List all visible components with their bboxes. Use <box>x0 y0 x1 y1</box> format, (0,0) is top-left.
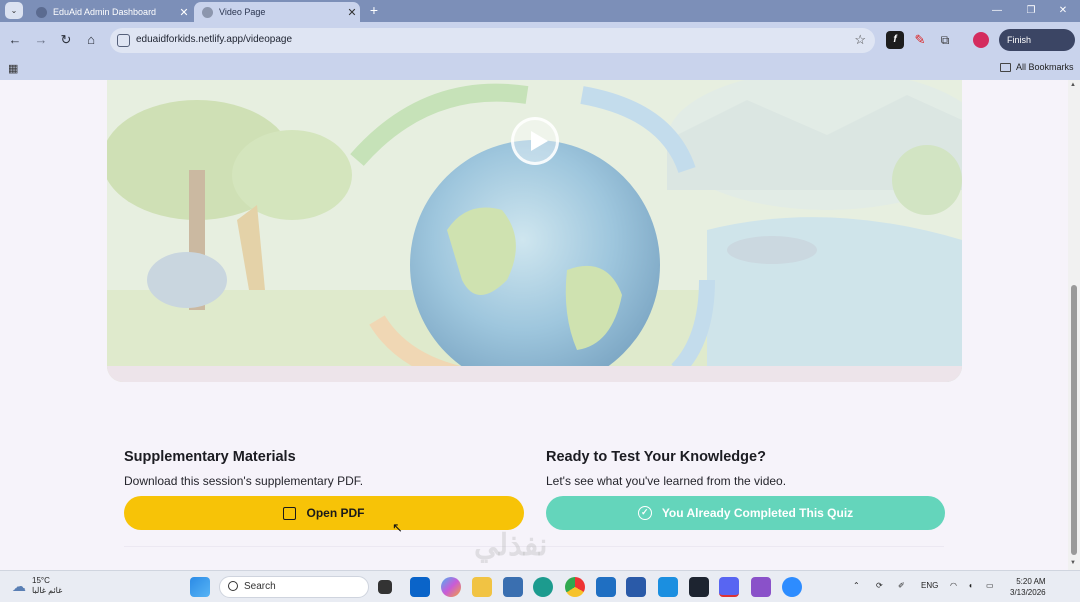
page-scrollbar[interactable]: ▲ ▼ <box>1068 80 1080 570</box>
open-pdf-label: Open PDF <box>306 506 365 520</box>
quiz-description: Let's see what you've learned from the v… <box>546 474 787 488</box>
bookmarks-bar: ▦ All Bookmarks <box>0 58 1080 80</box>
video-player[interactable] <box>107 80 962 382</box>
edge-icon[interactable] <box>533 577 553 597</box>
visual-studio-icon[interactable] <box>751 577 771 597</box>
search-placeholder: Search <box>244 581 276 592</box>
close-tab-icon[interactable]: ✕ <box>176 6 192 19</box>
close-tab-icon[interactable]: ✕ <box>344 6 360 19</box>
chrome-icon[interactable] <box>565 577 585 597</box>
discord-icon[interactable] <box>719 577 739 597</box>
tab-title: Video Page <box>219 7 266 17</box>
extension-f-icon[interactable]: f <box>886 31 904 49</box>
quiz-completed-button[interactable]: ✓ You Already Completed This Quiz <box>546 496 945 530</box>
globe-icon <box>202 6 213 18</box>
extension-pen-icon[interactable]: ✎ <box>911 31 929 49</box>
watermark-text: نفذلي <box>474 529 548 562</box>
input-language[interactable]: ENG <box>921 581 938 590</box>
bookmark-star-icon[interactable]: ☆ <box>854 32 866 48</box>
task-view-icon[interactable] <box>378 580 392 594</box>
show-hidden-icons[interactable]: ⌃ <box>853 581 860 590</box>
apps-grid-icon[interactable]: ▦ <box>8 62 20 75</box>
wifi-icon[interactable]: ◠ <box>950 581 957 590</box>
url-text[interactable]: eduaidforkids.netlify.app/videopage <box>136 34 292 45</box>
cloud-sun-icon: ☁ <box>12 577 26 594</box>
forward-arrow-icon[interactable]: → <box>30 29 52 51</box>
battery-icon[interactable]: ▭ <box>986 581 994 590</box>
quiz-completed-label: You Already Completed This Quiz <box>661 506 854 520</box>
weather-temp: 15°C <box>32 576 50 585</box>
minimize-icon[interactable]: — <box>982 3 1012 19</box>
globe-icon <box>36 6 47 18</box>
profile-avatar[interactable] <box>973 32 989 48</box>
android-studio-icon[interactable] <box>689 577 709 597</box>
start-windows-icon[interactable] <box>190 577 210 597</box>
pen-settings-icon[interactable]: ✐ <box>898 581 905 590</box>
home-icon[interactable]: ⌂ <box>80 29 102 51</box>
clock-time: 5:20 AM <box>1016 577 1046 586</box>
pdf-document-icon <box>283 506 297 520</box>
new-tab-button[interactable]: + <box>366 3 382 19</box>
outlook-icon[interactable] <box>410 577 430 597</box>
check-circle-icon: ✓ <box>637 506 652 520</box>
supplementary-title: Supplementary Materials <box>124 449 296 465</box>
finish-update-button[interactable]: Finish update⋮ <box>999 29 1075 67</box>
tab-video-page[interactable]: Video Page ✕ <box>194 2 360 22</box>
tab-admin-dashboard[interactable]: EduAid Admin Dashboard ✕ <box>28 2 192 22</box>
taskbar-search[interactable]: Search <box>219 576 369 598</box>
volume-icon[interactable]: ◖ <box>968 581 973 590</box>
file-explorer-icon[interactable] <box>472 577 492 597</box>
extensions-puzzle-icon[interactable]: ⧉ <box>936 31 954 49</box>
sync-icon[interactable]: ⟳ <box>876 581 883 590</box>
mouse-pointer-icon: ↖ <box>392 520 403 535</box>
search-icon <box>228 581 238 591</box>
open-pdf-button[interactable]: Open PDF <box>124 496 524 530</box>
browser-toolbar: ← → ↻ ⌂ eduaidforkids.netlify.app/videop… <box>0 22 1080 67</box>
quiz-title: Ready to Test Your Knowledge? <box>546 449 766 465</box>
back-arrow-icon[interactable]: ← <box>4 29 26 51</box>
weather-desc: غائم غالبا <box>32 586 63 595</box>
weather-widget[interactable]: ☁ 15°C غائم غالبا <box>12 576 62 596</box>
scroll-down-icon[interactable]: ▼ <box>1070 560 1076 566</box>
close-window-icon[interactable]: ✕ <box>1048 3 1078 19</box>
address-bar[interactable]: eduaidforkids.netlify.app/videopage ☆ <box>110 28 875 53</box>
store-icon[interactable] <box>503 577 523 597</box>
folder-icon <box>1000 62 1011 72</box>
play-icon[interactable] <box>511 117 559 165</box>
copilot-icon[interactable] <box>441 577 461 597</box>
tab-title: EduAid Admin Dashboard <box>53 7 157 17</box>
all-bookmarks-button[interactable]: All Bookmarks <box>1000 62 1074 72</box>
scrollbar-thumb[interactable] <box>1071 285 1077 555</box>
restore-icon[interactable]: ❐ <box>1016 3 1046 19</box>
site-info-icon[interactable] <box>117 34 130 47</box>
database-icon[interactable] <box>596 577 616 597</box>
all-bookmarks-label: All Bookmarks <box>1016 62 1074 72</box>
scroll-up-icon[interactable]: ▲ <box>1070 82 1076 88</box>
reload-icon[interactable]: ↻ <box>55 29 77 51</box>
clock-date: 3/13/2026 <box>1010 588 1046 597</box>
vscode-icon[interactable] <box>658 577 678 597</box>
supplementary-description: Download this session's supplementary PD… <box>124 474 364 488</box>
system-clock[interactable]: 5:20 AM 3/13/2026 <box>1010 576 1046 598</box>
windows-taskbar: ☁ 15°C غائم غالبا Search ⌃ ⟳ ✐ ENG ◠ ◖ ▭… <box>0 570 1080 602</box>
zoom-icon[interactable] <box>782 577 802 597</box>
tab-search-dropdown[interactable]: ⌄ <box>5 2 23 19</box>
tab-strip: ⌄ EduAid Admin Dashboard ✕ Video Page ✕ … <box>0 0 1080 22</box>
word-icon[interactable] <box>626 577 646 597</box>
